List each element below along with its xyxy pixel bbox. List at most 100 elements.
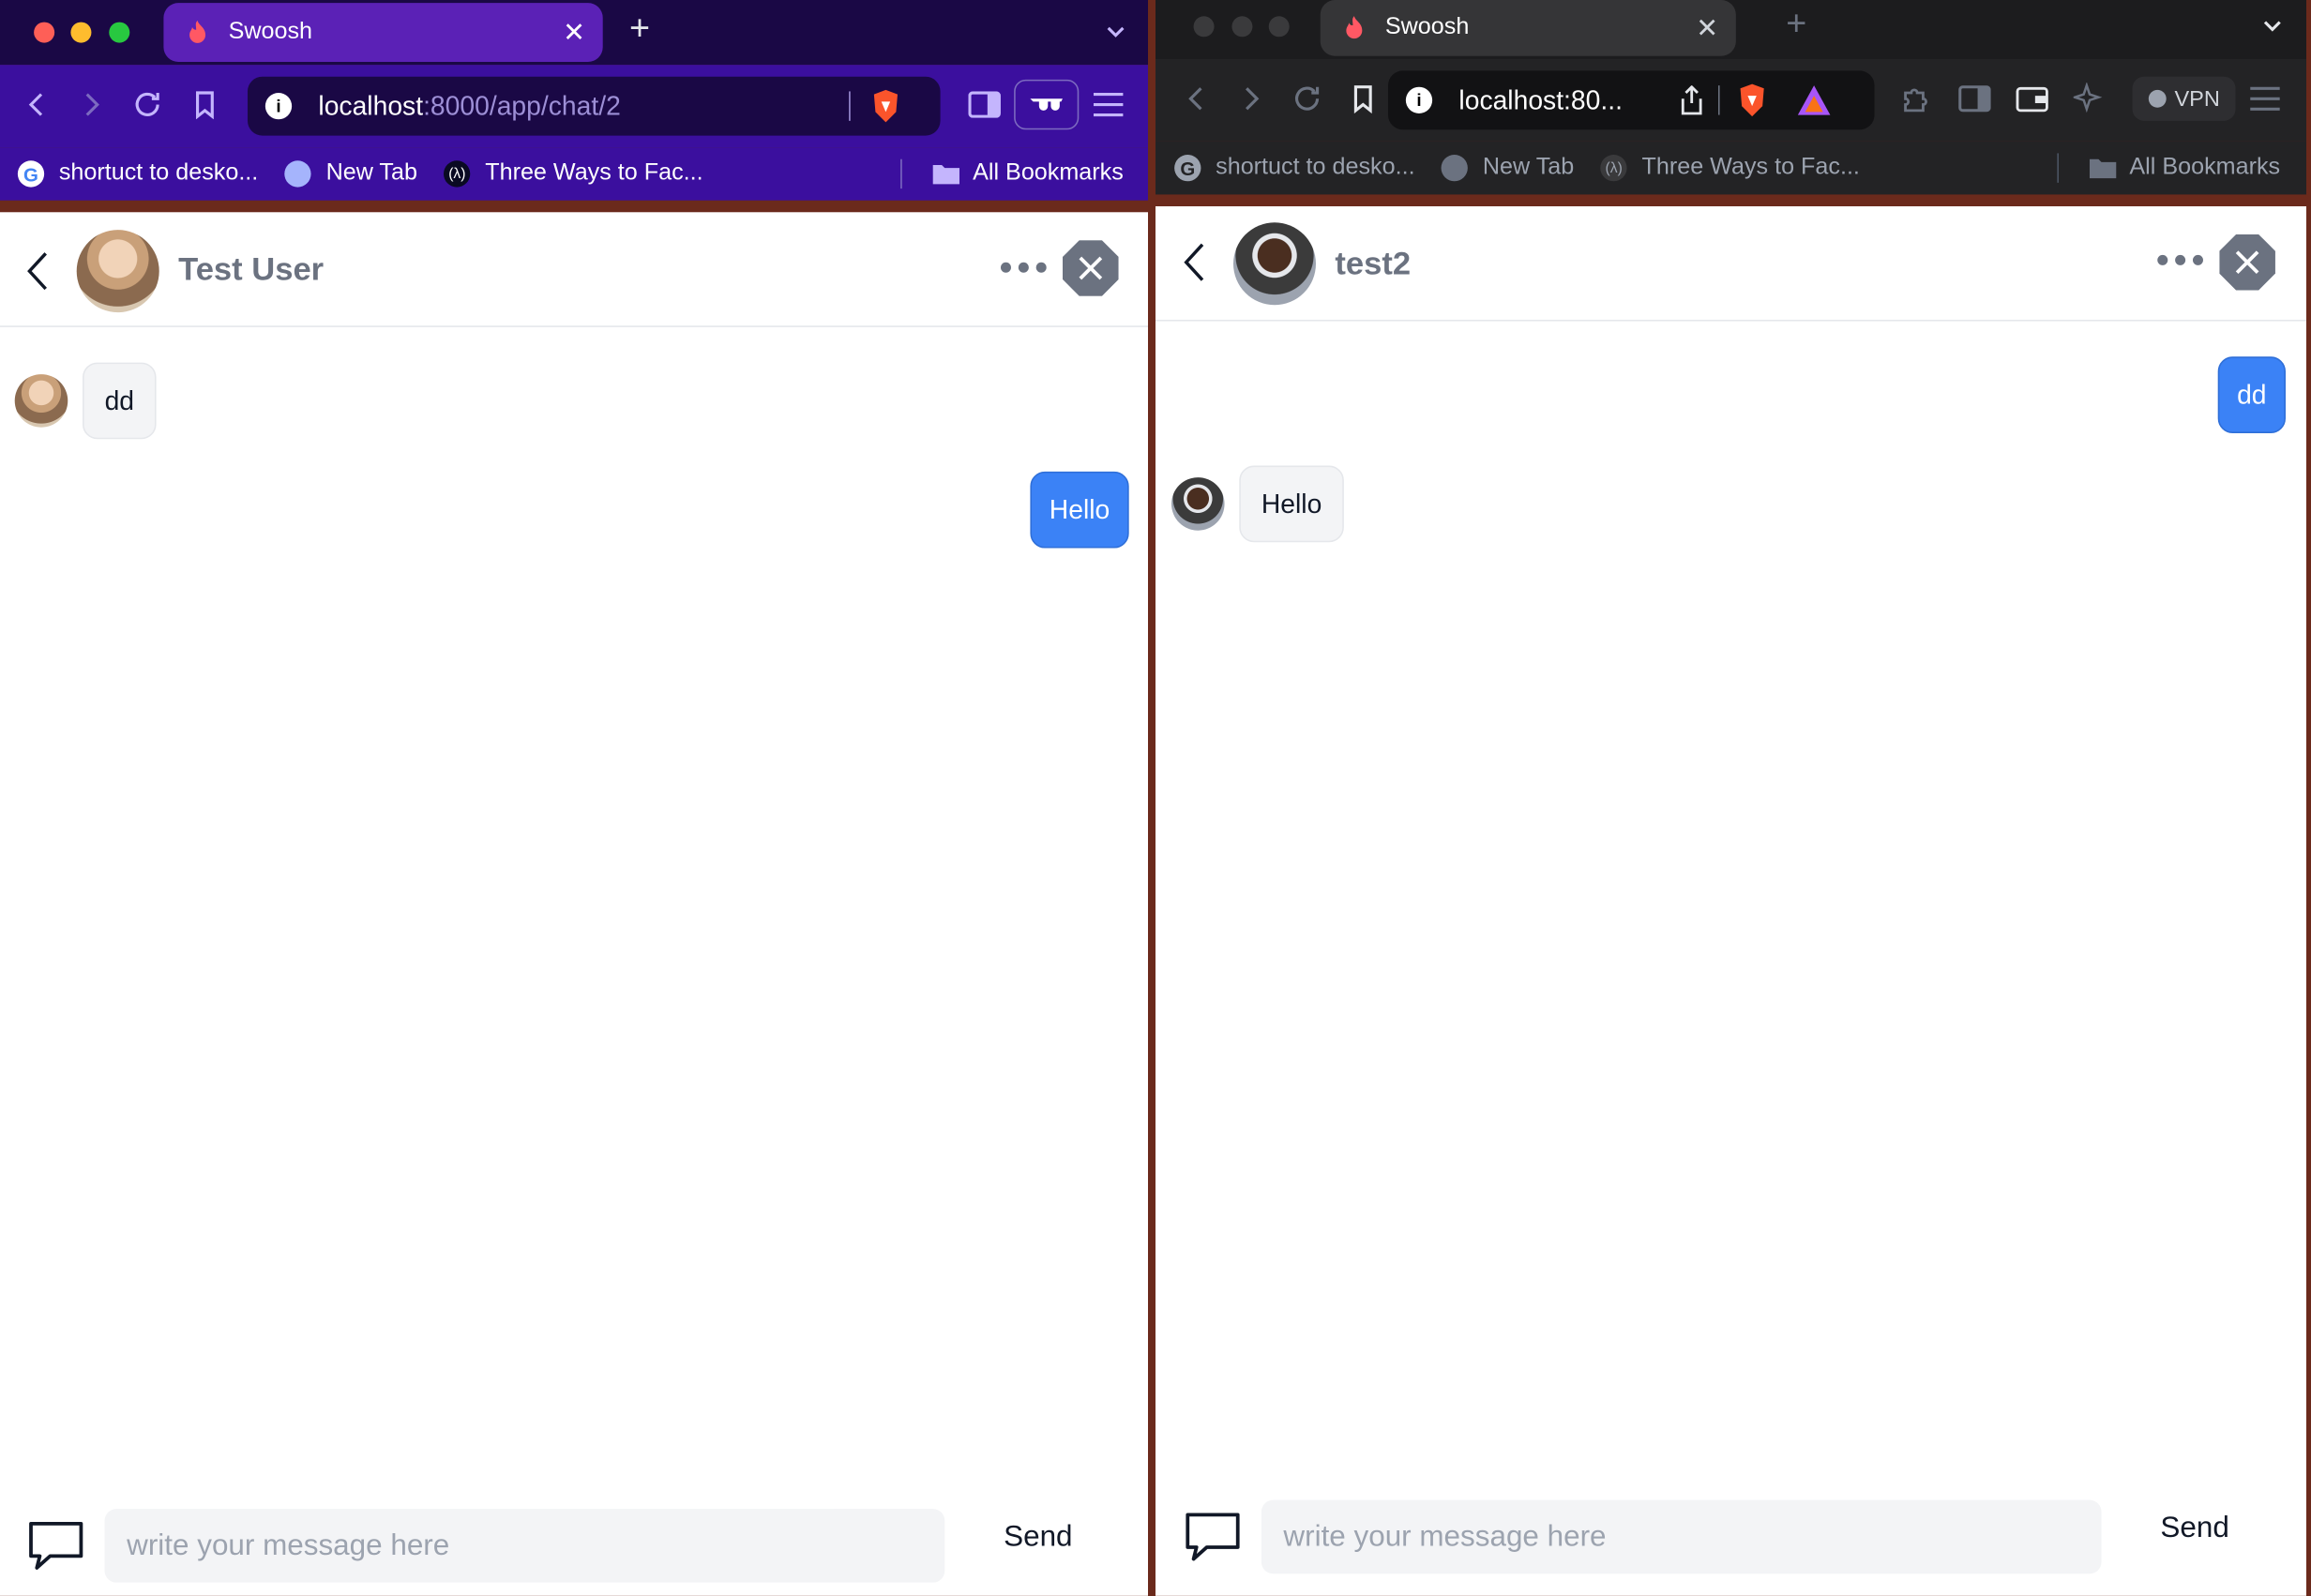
globe-icon: [284, 160, 311, 188]
chat-bubble-icon: [1186, 1513, 1241, 1561]
freecodecamp-icon: (λ): [444, 160, 471, 188]
minimize-window-button[interactable]: [70, 22, 92, 43]
url-divider: [1718, 85, 1720, 115]
forward-nav-button[interactable]: [72, 85, 111, 124]
message-row-incoming: dd: [14, 362, 157, 440]
address-bar[interactable]: i localhost:80...: [1388, 70, 1875, 130]
share-icon[interactable]: [1679, 85, 1705, 115]
wallet-icon: [2016, 86, 2049, 113]
sidebar-icon: [968, 91, 1001, 118]
message-composer: Send: [0, 1498, 1148, 1596]
bookmark-page-button[interactable]: [1344, 80, 1382, 118]
site-info-icon[interactable]: i: [1406, 86, 1433, 113]
close-chat-button[interactable]: [2219, 233, 2276, 291]
chat-header: test2: [1156, 206, 2307, 322]
send-button[interactable]: Send: [1004, 1521, 1072, 1555]
globe-icon: [1442, 154, 1469, 182]
message-input[interactable]: [104, 1509, 945, 1583]
bookmark-item[interactable]: New Tab: [284, 160, 417, 188]
browser-window-left: Swoosh ✕ + i localhost:8000/app/chat/2: [0, 0, 1148, 1596]
chevron-left-icon[interactable]: [1178, 239, 1214, 286]
send-button[interactable]: Send: [2161, 1512, 2229, 1545]
close-window-button[interactable]: [34, 22, 55, 43]
url-text: localhost:80...: [1458, 84, 1624, 114]
message-bubble: Hello: [1030, 471, 1129, 549]
url-path: :8000/app/chat/2: [423, 90, 621, 121]
chat-page: Test User dd Hello Send: [0, 212, 1148, 1596]
tab-swoosh[interactable]: Swoosh ✕: [1321, 0, 1737, 56]
all-bookmarks-button[interactable]: All Bookmarks: [931, 160, 1124, 187]
bookmark-item[interactable]: Gshortuct to desko...: [17, 160, 258, 188]
back-arrow-icon: [1188, 87, 1202, 111]
zoom-window-button[interactable]: [1269, 16, 1291, 38]
avatar: [14, 374, 68, 428]
zoom-window-button[interactable]: [109, 22, 130, 43]
hamburger-menu-icon: [2250, 86, 2281, 111]
wallet-button[interactable]: [2014, 80, 2052, 118]
leo-ai-button[interactable]: [2071, 80, 2109, 118]
brave-shields-icon[interactable]: [869, 88, 902, 124]
folder-icon: [932, 164, 959, 185]
message-bubble: dd: [2218, 356, 2287, 433]
bookmark-item[interactable]: (λ) Three Ways to Fac...: [444, 160, 703, 188]
bookmark-item[interactable]: New Tab: [1442, 154, 1575, 182]
tab-list-chevron-icon[interactable]: [1106, 23, 1126, 43]
puzzle-icon: [1904, 88, 1928, 113]
extensions-button[interactable]: [1898, 80, 1937, 118]
minimize-window-button[interactable]: [1231, 16, 1253, 38]
all-bookmarks-button[interactable]: All Bookmarks: [2089, 155, 2280, 181]
bookmark-item[interactable]: Gshortuct to desko...: [1174, 154, 1415, 182]
site-info-icon[interactable]: i: [264, 92, 293, 120]
tab-strip: Swoosh ✕ +: [0, 0, 1148, 66]
close-window-button[interactable]: [1193, 16, 1215, 38]
main-menu-button[interactable]: [1089, 85, 1127, 124]
vpn-button[interactable]: VPN: [2132, 76, 2236, 121]
back-nav-button[interactable]: [1178, 80, 1216, 118]
chat-partner-name: Test User: [178, 250, 325, 288]
desktop: Swoosh ✕ + i localhost:8000/app/chat/2: [0, 0, 2311, 1596]
sparkle-icon: [2074, 82, 2103, 113]
back-nav-button[interactable]: [18, 85, 56, 124]
message-input[interactable]: [1261, 1499, 2102, 1574]
google-icon: G: [17, 160, 45, 188]
sidebar-toggle-button[interactable]: [1956, 80, 1994, 118]
forward-arrow-icon: [85, 93, 99, 116]
bookmarks-divider: [900, 158, 902, 189]
url-divider: [849, 91, 851, 121]
message-composer: Send: [1156, 1491, 2306, 1594]
message-bubble: Hello: [1239, 465, 1345, 543]
tab-list-chevron-icon[interactable]: [2262, 16, 2283, 37]
brave-rewards-icon[interactable]: [1797, 84, 1833, 117]
google-icon: G: [1174, 154, 1201, 182]
new-tab-button[interactable]: +: [629, 8, 650, 50]
chevron-left-icon[interactable]: [21, 248, 56, 294]
main-menu-button[interactable]: [2246, 80, 2285, 118]
forward-nav-button[interactable]: [1232, 80, 1271, 118]
close-chat-button[interactable]: [1062, 240, 1119, 296]
bookmark-icon: [1354, 85, 1373, 113]
address-bar[interactable]: i localhost:8000/app/chat/2: [247, 76, 941, 136]
bookmark-item[interactable]: (λ) Three Ways to Fac...: [1600, 154, 1860, 182]
url-host: localhost: [318, 90, 424, 121]
more-options-button[interactable]: [1000, 262, 1047, 278]
bookmark-page-button[interactable]: [186, 85, 224, 124]
reload-button[interactable]: [128, 85, 167, 124]
avatar[interactable]: [1233, 222, 1317, 306]
private-mode-button[interactable]: [1014, 79, 1080, 130]
glasses-icon: [1030, 98, 1063, 111]
tab-close-icon[interactable]: ✕: [1697, 12, 1719, 43]
avatar[interactable]: [76, 230, 159, 313]
new-tab-button[interactable]: +: [1787, 5, 1807, 46]
sidebar-toggle-button[interactable]: [965, 85, 1004, 124]
tab-close-icon[interactable]: ✕: [563, 17, 585, 48]
tab-swoosh[interactable]: Swoosh ✕: [163, 3, 603, 62]
reload-button[interactable]: [1289, 80, 1327, 118]
brave-shields-icon[interactable]: [1736, 83, 1769, 118]
reload-icon: [135, 92, 159, 116]
avatar: [1171, 477, 1225, 531]
back-arrow-icon: [28, 93, 43, 116]
tinder-flame-icon: [1346, 16, 1363, 39]
close-icon: [1079, 256, 1103, 280]
tab-title: Swoosh: [228, 19, 313, 45]
more-options-button[interactable]: [2157, 254, 2204, 270]
